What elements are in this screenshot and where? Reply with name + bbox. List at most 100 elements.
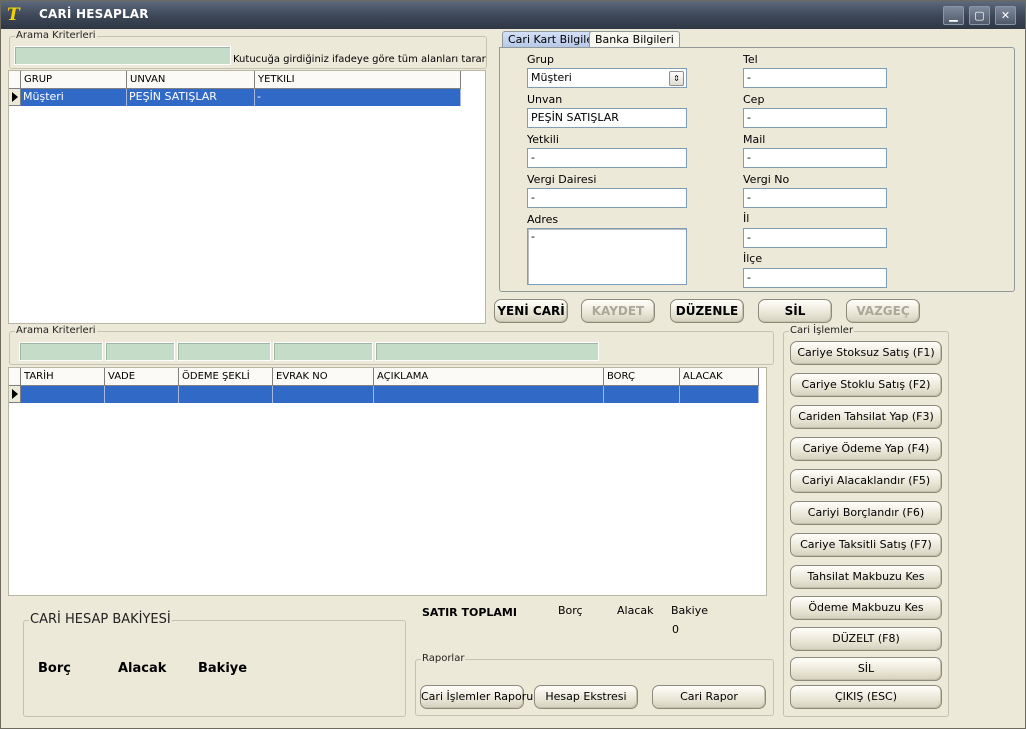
column-header-vade[interactable]: VADE <box>105 368 179 386</box>
cari-rapor-button[interactable]: Cari Rapor <box>652 685 766 709</box>
cell-unvan[interactable]: PEŞİN SATIŞLAR <box>127 89 255 106</box>
cell-borc[interactable] <box>604 386 680 403</box>
vergi-dairesi-label: Vergi Dairesi <box>527 173 597 186</box>
column-header-tarih[interactable]: TARİH <box>21 368 105 386</box>
cell-odeme-sekli[interactable] <box>179 386 273 403</box>
tel-label: Tel <box>743 53 758 66</box>
title-bar[interactable]: T CARİ HESAPLAR ▁ ▢ ✕ <box>1 1 1025 29</box>
satir-toplami-bakiye-value: 0 <box>672 623 679 636</box>
ilce-field[interactable]: - <box>743 268 887 288</box>
cariye-taksitli-satis-button[interactable]: Cariye Taksitli Satış (F7) <box>790 533 942 557</box>
cep-label: Cep <box>743 93 765 106</box>
vazgec-button[interactable]: VAZGEÇ <box>846 299 920 323</box>
grup-value: Müşteri <box>531 71 572 84</box>
dropdown-icon[interactable]: ⇕ <box>669 71 684 86</box>
cell-evrak-no[interactable] <box>273 386 374 403</box>
vergi-no-field[interactable]: - <box>743 188 887 208</box>
column-header-grup[interactable]: GRUP <box>21 71 127 89</box>
row-indicator <box>9 89 21 106</box>
mail-label: Mail <box>743 133 766 146</box>
cari-grid[interactable]: GRUP UNVAN YETKILI Müşteri PEŞİN SATIŞLA… <box>8 70 486 324</box>
bakiye-bakiye-label: Bakiye <box>198 661 248 676</box>
column-header-evrak-no[interactable]: EVRAK NO <box>273 368 374 386</box>
duzenle-button[interactable]: DÜZENLE <box>670 299 744 323</box>
cariyi-borclandir-button[interactable]: Cariyi Borçlandır (F6) <box>790 501 942 525</box>
column-header-odeme-sekli[interactable]: ÖDEME ŞEKLİ <box>179 368 273 386</box>
search-group-legend: Arama Kriterleri <box>15 30 97 42</box>
cariye-stoksuz-satis-button[interactable]: Cariye Stoksuz Satış (F1) <box>790 341 942 365</box>
row2-indicator <box>9 386 21 403</box>
raporlar-legend: Raporlar <box>421 653 466 665</box>
satir-toplami-borc: Borç <box>558 604 583 617</box>
odeme-makbuzu-button[interactable]: Ödeme Makbuzu Kes <box>790 596 942 620</box>
app-logo-icon: T <box>7 5 20 25</box>
tahsilat-makbuzu-button[interactable]: Tahsilat Makbuzu Kes <box>790 565 942 589</box>
filter-odeme-sekli-input[interactable] <box>177 342 271 361</box>
grup-select[interactable]: Müşteri ⇕ <box>527 68 687 88</box>
cari-islemler-raporu-button[interactable]: Cari İşlemler Raporu <box>420 685 533 709</box>
maximize-icon[interactable]: ▢ <box>969 6 990 25</box>
close-icon[interactable]: ✕ <box>995 6 1016 25</box>
main-window: T CARİ HESAPLAR ▁ ▢ ✕ Arama Kriterleri K… <box>0 0 1026 729</box>
cariyi-alacaklandir-button[interactable]: Cariyi Alacaklandır (F5) <box>790 469 942 493</box>
column-header-unvan[interactable]: UNVAN <box>127 71 255 89</box>
grup-label: Grup <box>527 53 555 66</box>
islem-sil-button[interactable]: SİL <box>790 657 942 681</box>
minimize-icon[interactable]: ▁ <box>943 6 964 25</box>
hesap-ekstresi-button[interactable]: Hesap Ekstresi <box>534 685 638 709</box>
cari-islemler-legend: Cari İşlemler <box>789 325 855 337</box>
islemler-grid[interactable]: TARİH VADE ÖDEME ŞEKLİ EVRAK NO AÇIKLAMA… <box>8 367 767 596</box>
tab-banka-bilgileri[interactable]: Banka Bilgileri <box>589 31 680 47</box>
column-header-aciklama[interactable]: AÇIKLAMA <box>374 368 604 386</box>
filter-evrak-no-input[interactable] <box>273 342 373 361</box>
kaydet-button[interactable]: KAYDET <box>581 299 655 323</box>
cariden-tahsilat-button[interactable]: Cariden Tahsilat Yap (F3) <box>790 405 942 429</box>
adres-textarea[interactable]: - <box>527 228 687 285</box>
il-field[interactable]: - <box>743 228 887 248</box>
grid-header-indicator <box>9 71 21 89</box>
vergi-dairesi-field[interactable]: - <box>527 188 687 208</box>
satir-toplami-alacak: Alacak <box>617 604 654 617</box>
column-header-borc[interactable]: BORÇ <box>604 368 680 386</box>
tel-field[interactable]: - <box>743 68 887 88</box>
column-header-yetkili[interactable]: YETKILI <box>255 71 461 89</box>
window-title: CARİ HESAPLAR <box>39 7 149 21</box>
cell-alacak[interactable] <box>680 386 759 403</box>
ilce-label: İlçe <box>743 252 763 265</box>
cell-yetkili[interactable]: - <box>255 89 461 106</box>
bakiye-borc-label: Borç <box>38 661 71 676</box>
cell-vade[interactable] <box>105 386 179 403</box>
bakiye-alacak-label: Alacak <box>118 661 167 676</box>
vergi-no-label: Vergi No <box>743 173 790 186</box>
cariye-odeme-button[interactable]: Cariye Ödeme Yap (F4) <box>790 437 942 461</box>
search-group-bottom-legend: Arama Kriterleri <box>15 325 97 337</box>
row-pointer-icon <box>12 92 18 102</box>
adres-label: Adres <box>527 213 559 226</box>
yetkili-label: Yetkili <box>527 133 559 146</box>
bakiye-legend: CARİ HESAP BAKİYESİ <box>29 612 172 628</box>
cikis-button[interactable]: ÇIKIŞ (ESC) <box>790 685 942 709</box>
search-input[interactable] <box>14 46 231 65</box>
cariye-stoklu-satis-button[interactable]: Cariye Stoklu Satış (F2) <box>790 373 942 397</box>
unvan-field[interactable]: PEŞİN SATIŞLAR <box>527 108 687 128</box>
cep-field[interactable]: - <box>743 108 887 128</box>
search-hint: Kutucuğa girdiğiniz ifadeye göre tüm ala… <box>233 54 486 65</box>
mail-field[interactable]: - <box>743 148 887 168</box>
row2-pointer-icon <box>12 389 18 399</box>
sil-button[interactable]: SİL <box>758 299 832 323</box>
column-header-alacak[interactable]: ALACAK <box>680 368 759 386</box>
satir-toplami-title: SATIR TOPLAMI <box>422 606 517 619</box>
cell-aciklama[interactable] <box>374 386 604 403</box>
yeni-cari-button[interactable]: YENİ CARİ <box>494 299 568 323</box>
grid2-header-indicator <box>9 368 21 386</box>
filter-vade-input[interactable] <box>105 342 175 361</box>
filter-aciklama-input[interactable] <box>375 342 599 361</box>
cell-tarih[interactable] <box>21 386 105 403</box>
yetkili-field[interactable]: - <box>527 148 687 168</box>
satir-toplami-bakiye: Bakiye <box>671 604 708 617</box>
duzelt-button[interactable]: DÜZELT (F8) <box>790 627 942 651</box>
cell-grup[interactable]: Müşteri <box>21 89 127 106</box>
il-label: İl <box>743 212 750 225</box>
filter-tarih-input[interactable] <box>19 342 103 361</box>
unvan-label: Unvan <box>527 93 563 106</box>
